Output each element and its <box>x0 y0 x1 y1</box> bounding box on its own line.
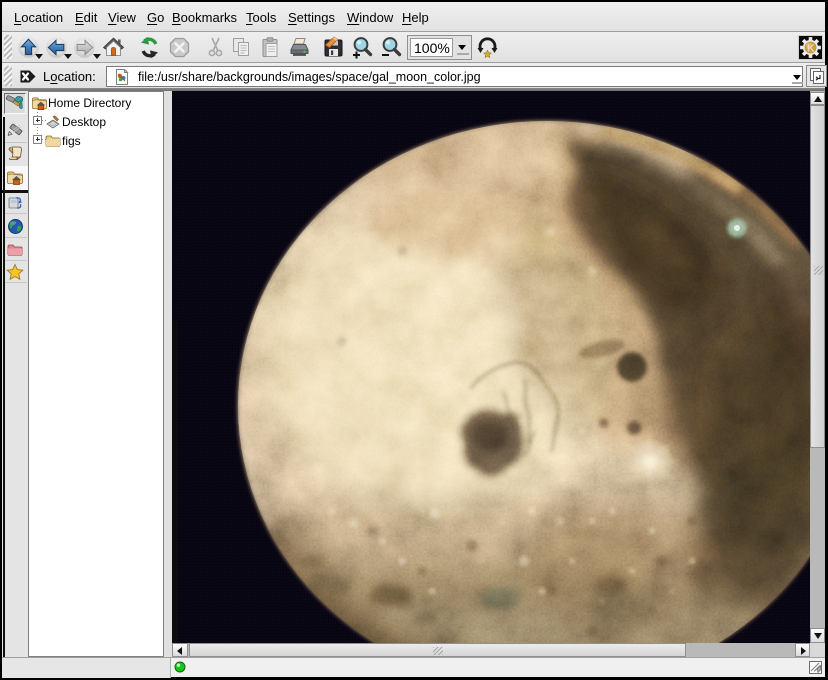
svg-text:K: K <box>807 43 815 55</box>
